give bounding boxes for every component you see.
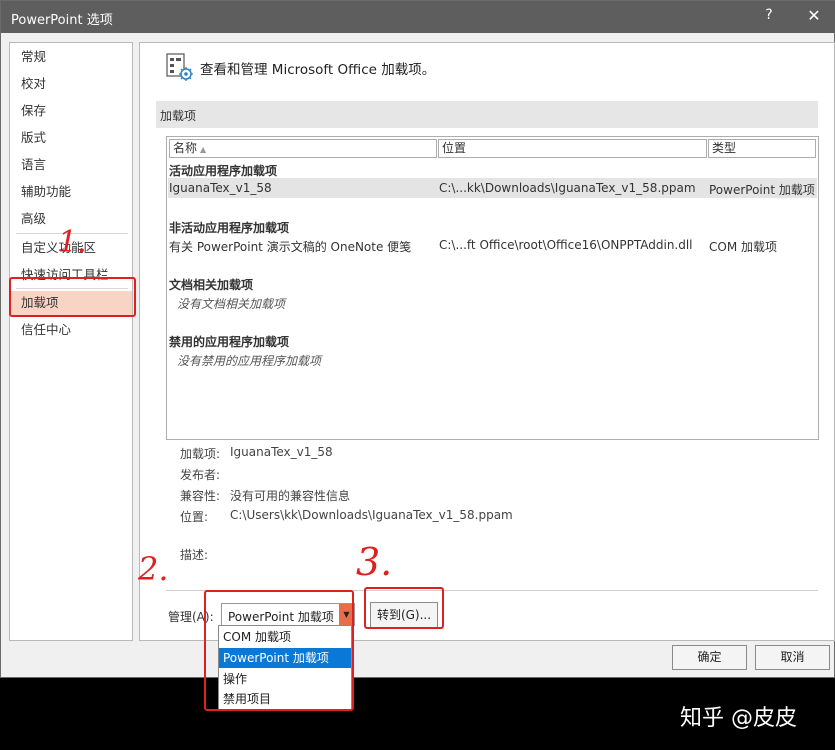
addins-section-header: 加载项 [156,101,818,128]
help-button[interactable]: ? [757,7,781,27]
close-button[interactable]: ✕ [801,6,827,28]
annotation-box-3 [364,587,444,629]
group-empty-document: 没有文档相关加载项 [177,297,286,311]
column-header-name-label: 名称 [173,141,198,155]
group-empty-disabled: 没有禁用的应用程序加载项 [177,354,322,368]
detail-publisher-label: 发布者: [180,468,221,482]
addins-panel: 查看和管理 Microsoft Office 加载项。 加载项 名称 ▲ 位置 类… [139,42,835,641]
addins-settings-icon [166,53,193,81]
sidebar-item-accessibility[interactable]: 辅助功能 [10,180,132,204]
detail-location-label: 位置: [180,510,209,524]
group-title-disabled: 禁用的应用程序加载项 [169,335,290,349]
column-header-type[interactable]: 类型 [708,139,816,158]
window-title: PowerPoint 选项 [11,13,113,28]
sidebar-item-general[interactable]: 常规 [10,45,132,69]
watermark: 知乎 @皮皮 [680,706,797,731]
detail-addin-value: IguanaTex_v1_58 [230,445,333,459]
panel-heading: 查看和管理 Microsoft Office 加载项。 [200,62,436,78]
column-header-name[interactable]: 名称 ▲ [169,139,437,158]
cancel-button[interactable]: 取消 [755,645,830,670]
row-active-name: IguanaTex_v1_58 [169,181,272,195]
ok-button[interactable]: 确定 [672,645,747,670]
sidebar-item-proofing[interactable]: 校对 [10,72,132,96]
detail-compat-label: 兼容性: [180,489,221,503]
group-title-document: 文档相关加载项 [169,278,254,292]
category-sidebar: 常规 校对 保存 版式 语言 辅助功能 高级 自定义功能区 快速访问工具栏 加载… [9,42,133,641]
sidebar-item-language[interactable]: 语言 [10,153,132,177]
row-inactive-type: COM 加载项 [709,240,777,254]
sort-ascending-icon: ▲ [200,145,207,154]
annotation-number-3: 3. [356,540,393,584]
detail-addin-label: 加载项: [180,447,221,461]
group-title-active: 活动应用程序加载项 [169,164,278,178]
column-header-location[interactable]: 位置 [438,139,707,158]
annotation-box-1 [9,277,136,317]
options-dialog: PowerPoint 选项 ? ✕ 常规 校对 保存 版式 语言 辅助功能 高级… [0,0,835,678]
annotation-box-2 [204,590,354,711]
annotation-number-1: 1. [58,225,87,260]
addins-list[interactable]: 名称 ▲ 位置 类型 活动应用程序加载项 IguanaTex_v1_58 C:\.… [166,136,819,440]
detail-compat-value: 没有可用的兼容性信息 [230,489,351,503]
row-inactive-location: C:\...ft Office\root\Office16\ONPPTAddin… [439,238,693,252]
sidebar-item-save[interactable]: 保存 [10,99,132,123]
row-inactive-name[interactable]: 有关 PowerPoint 演示文稿的 OneNote 便笺 [169,238,411,255]
row-active-location: C:\...kk\Downloads\IguanaTex_v1_58.ppam [439,181,696,195]
detail-location-value: C:\Users\kk\Downloads\IguanaTex_v1_58.pp… [230,508,513,522]
section-title: 加载项 [160,109,197,123]
annotation-number-2: 2. [138,550,169,588]
group-title-inactive: 非活动应用程序加载项 [169,221,290,235]
sidebar-item-trust-center[interactable]: 信任中心 [10,318,132,342]
detail-description-label: 描述: [180,548,209,562]
row-active-type: PowerPoint 加载项 [709,183,815,197]
title-bar[interactable]: PowerPoint 选项 ? ✕ [1,1,835,33]
sidebar-item-layout[interactable]: 版式 [10,126,132,150]
